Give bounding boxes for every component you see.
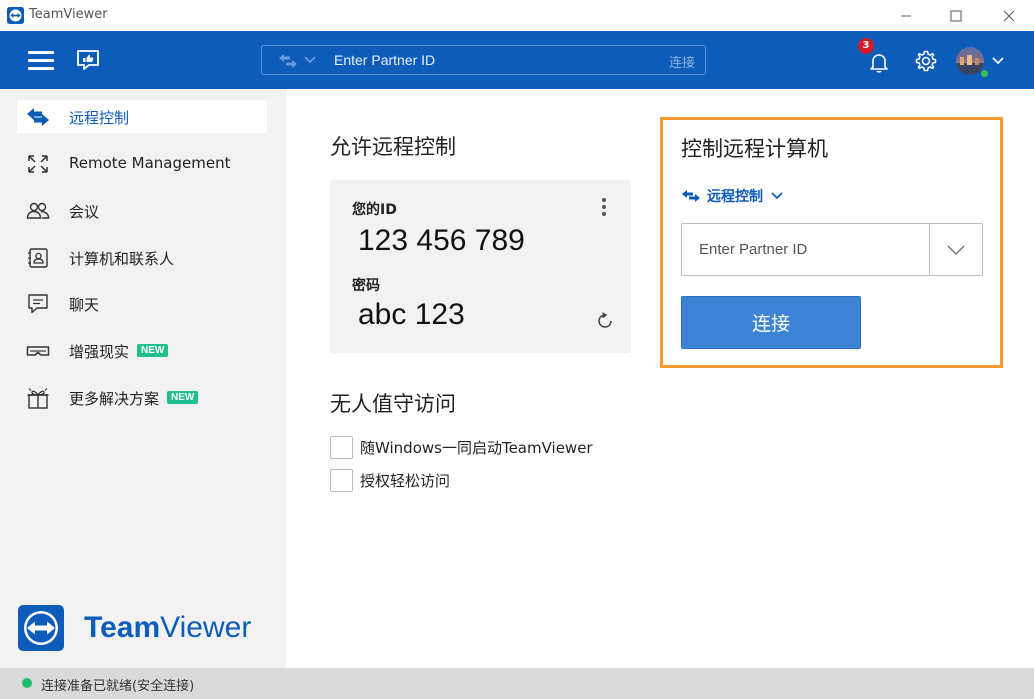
sidebar-item-remote-management[interactable]: Remote Management (17, 147, 267, 180)
control-remote-panel: 控制远程计算机 远程控制 Enter Partner ID 连接 (660, 117, 1003, 368)
new-badge: NEW (137, 344, 169, 357)
toolbar-partner-id-field[interactable]: Enter Partner ID 连接 (261, 45, 706, 75)
id-card: 您的ID 123 456 789 密码 abc 123 (330, 180, 631, 353)
window-title: TeamViewer (29, 7, 108, 22)
teamviewer-logo-icon (18, 605, 64, 651)
main-content: 允许远程控制 您的ID 123 456 789 密码 abc 123 无人值守访… (286, 89, 1034, 668)
sidebar-item-label: 计算机和联系人 (69, 250, 175, 268)
notification-badge: 3 (858, 38, 874, 54)
bell-icon[interactable] (867, 50, 891, 74)
sidebar-item-text: 更多解决方案 (69, 390, 160, 408)
partner-id-history-dropdown[interactable] (929, 224, 982, 275)
close-icon (1003, 10, 1015, 21)
expand-arrows-icon (28, 155, 48, 173)
arrows-swap-icon (27, 108, 49, 126)
close-button[interactable] (984, 0, 1034, 31)
online-status-dot (980, 69, 989, 78)
sidebar-item-remote-control[interactable]: 远程控制 (17, 100, 267, 133)
sidebar-item-label: 会议 (69, 203, 100, 221)
sidebar-item-label: 增强现实 NEW (69, 341, 169, 362)
top-toolbar: Enter Partner ID 连接 (0, 31, 1034, 89)
sidebar-item-meeting[interactable]: 会议 (17, 194, 267, 227)
grant-easy-access-option[interactable]: 授权轻松访问 (330, 469, 450, 492)
brand-logo: TeamViewer (18, 605, 278, 653)
start-with-windows-option[interactable]: 随Windows一同启动TeamViewer (330, 436, 593, 459)
maximize-icon (950, 10, 962, 21)
brand-wordmark-light: Viewer (160, 611, 252, 644)
connection-mode-dropdown[interactable]: 远程控制 (681, 186, 783, 206)
connection-mode-label: 远程控制 (707, 189, 763, 205)
arrows-swap-icon (279, 54, 297, 68)
password-label: 密码 (352, 278, 380, 294)
sidebar-item-label: 聊天 (69, 296, 100, 314)
connection-status-dot (22, 678, 32, 688)
more-options-icon[interactable] (601, 198, 607, 218)
chevron-down-icon (947, 244, 965, 255)
partner-id-placeholder: Enter Partner ID (699, 241, 808, 258)
brand-wordmark: TeamViewer (84, 611, 251, 645)
grant-easy-access-label: 授权轻松访问 (360, 472, 451, 490)
refresh-icon[interactable] (596, 312, 614, 330)
ar-glasses-icon (26, 346, 50, 356)
arrows-swap-icon (682, 190, 700, 202)
sidebar-item-label: 更多解决方案 NEW (69, 388, 199, 409)
password-value[interactable]: abc 123 (358, 298, 465, 332)
sidebar-item-chat[interactable]: 聊天 (17, 287, 267, 320)
sidebar-item-text: 增强现实 (69, 343, 130, 361)
your-id-value[interactable]: 123 456 789 (358, 224, 525, 258)
people-icon (26, 202, 50, 219)
sidebar-item-more-solutions[interactable]: 更多解决方案 NEW (17, 381, 267, 414)
maximize-button[interactable] (931, 0, 981, 31)
menu-icon[interactable] (28, 51, 54, 71)
control-remote-heading: 控制远程计算机 (681, 137, 828, 161)
gift-icon (27, 388, 49, 409)
sidebar-item-augmented-reality[interactable]: 增强现实 NEW (17, 334, 267, 367)
your-id-label: 您的ID (352, 202, 397, 218)
chevron-down-icon[interactable] (304, 55, 316, 65)
sidebar-item-label: Remote Management (69, 154, 231, 172)
brand-wordmark-bold: Team (84, 611, 161, 644)
minimize-icon (901, 15, 911, 16)
gear-icon[interactable] (914, 49, 938, 73)
contact-card-icon (28, 248, 48, 268)
new-badge: NEW (167, 391, 199, 404)
teamviewer-logo-icon (7, 7, 24, 24)
chevron-down-icon (771, 192, 783, 200)
chevron-down-icon[interactable] (992, 56, 1004, 66)
status-bar: 连接准备已就绪(安全连接) (0, 668, 1034, 699)
minimize-button[interactable] (881, 0, 931, 31)
start-with-windows-checkbox[interactable] (330, 436, 353, 459)
toolbar-connect-button[interactable]: 连接 (669, 52, 695, 71)
grant-easy-access-checkbox[interactable] (330, 469, 353, 492)
title-bar: TeamViewer (0, 0, 1034, 31)
feedback-icon[interactable] (76, 48, 100, 72)
sidebar: 远程控制 Remote Management 会议 计算机和联系人 聊天 增强现… (0, 89, 286, 668)
chat-icon (28, 294, 48, 314)
start-with-windows-label: 随Windows一同启动TeamViewer (360, 439, 593, 457)
connection-status-text: 连接准备已就绪(安全连接) (41, 679, 195, 694)
sidebar-item-label: 远程控制 (69, 109, 130, 127)
sidebar-item-computers-contacts[interactable]: 计算机和联系人 (17, 241, 267, 274)
partner-id-input[interactable]: Enter Partner ID (681, 223, 983, 276)
allow-remote-control-heading: 允许远程控制 (330, 135, 456, 159)
unattended-access-heading: 无人值守访问 (330, 392, 456, 416)
toolbar-partner-id-placeholder: Enter Partner ID (334, 52, 436, 68)
connect-button[interactable]: 连接 (681, 296, 861, 349)
